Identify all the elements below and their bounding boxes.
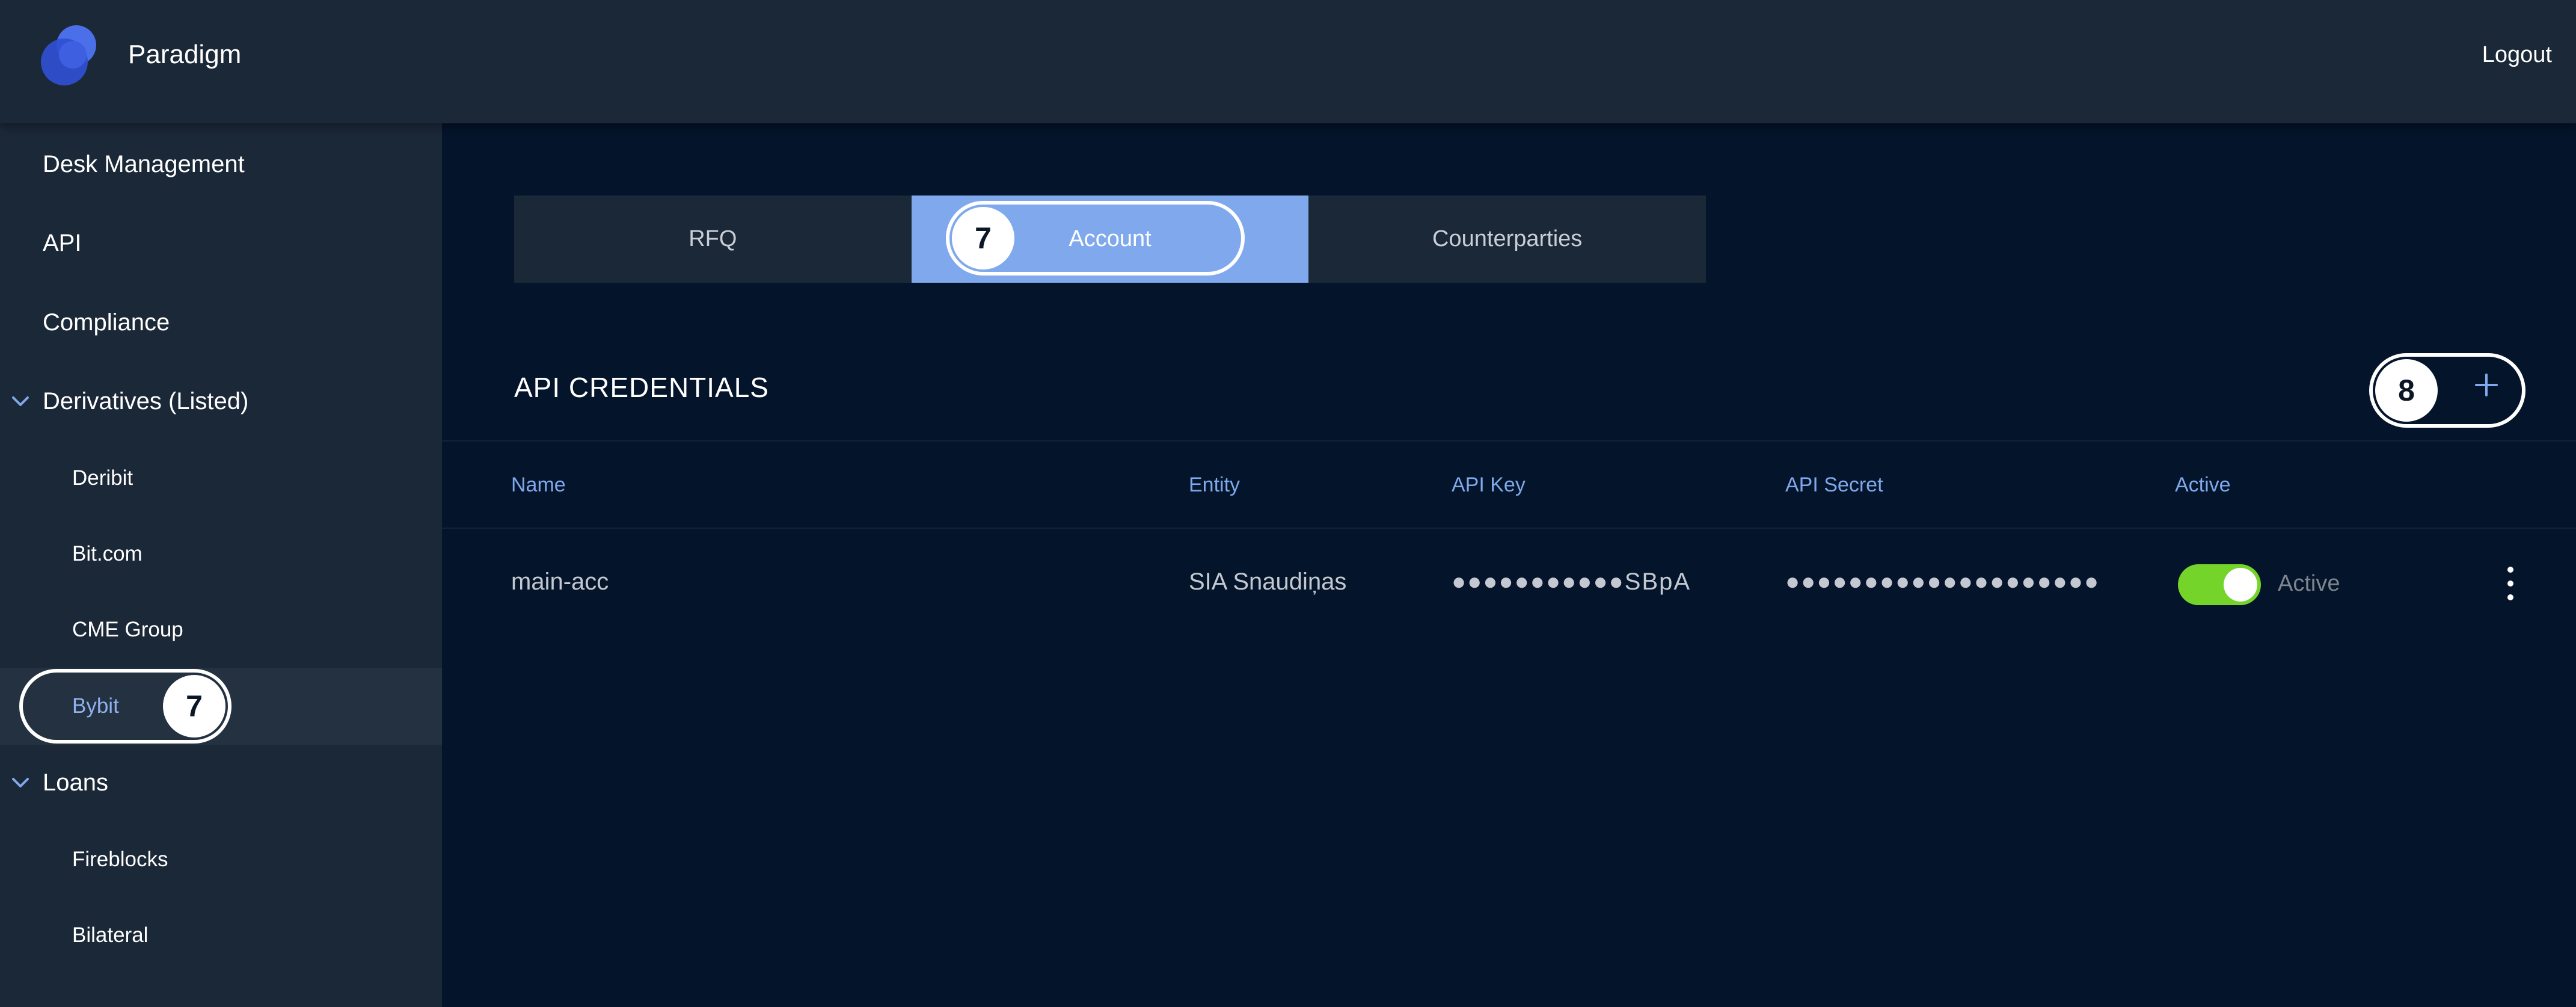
sidebar-item-label: Bilateral — [72, 923, 149, 947]
cell-api-key: ●●●●●●●●●●●SBpA — [1452, 568, 1691, 595]
callout-account-tab: 7 — [946, 201, 1245, 276]
sidebar-item-cme-group[interactable]: CME Group — [0, 591, 442, 668]
divider — [442, 440, 2576, 442]
sidebar-item-loans[interactable]: Loans — [0, 744, 442, 821]
top-bar: Paradigm Logout — [0, 0, 2576, 123]
sidebar-item-label: Fireblocks — [72, 848, 168, 871]
callout-number: 8 — [2375, 359, 2438, 422]
main-content: RFQ Account Counterparties API CREDENTIA… — [442, 123, 2576, 1007]
sidebar-item-derivatives-listed[interactable]: Derivatives (Listed) — [0, 363, 442, 440]
logout-button[interactable]: Logout — [2482, 42, 2552, 68]
sidebar-item-label: Deribit — [72, 466, 133, 490]
chevron-down-icon — [12, 778, 29, 787]
sidebar-item-label: Compliance — [43, 309, 170, 336]
callout-bybit: 7 — [19, 669, 232, 744]
column-header-name: Name — [511, 473, 566, 496]
callout-number: 7 — [163, 675, 225, 738]
sidebar-item-desk-management[interactable]: Desk Management — [0, 126, 442, 203]
tab-rfq[interactable]: RFQ — [514, 196, 912, 283]
sidebar-item-label: Bit.com — [72, 542, 143, 565]
column-header-active: Active — [2175, 473, 2231, 496]
sidebar-item-label: CME Group — [72, 618, 183, 641]
column-header-api-key: API Key — [1452, 473, 1526, 496]
section-title: API CREDENTIALS — [514, 372, 769, 403]
active-toggle[interactable] — [2178, 564, 2261, 605]
sidebar-item-compliance[interactable]: Compliance — [0, 284, 442, 361]
toggle-knob — [2224, 568, 2257, 602]
tab-counterparties[interactable]: Counterparties — [1308, 196, 1707, 283]
active-status-label: Active — [2278, 571, 2340, 596]
chevron-down-icon — [12, 396, 29, 406]
sidebar-item-deribit[interactable]: Deribit — [0, 440, 442, 517]
sidebar-item-api[interactable]: API — [0, 205, 442, 282]
sidebar: Desk Management API Compliance Derivativ… — [0, 123, 442, 1007]
callout-number: 7 — [952, 207, 1014, 269]
column-header-api-secret: API Secret — [1785, 473, 1883, 496]
cell-name: main-acc — [511, 568, 609, 595]
more-options-icon[interactable] — [2498, 562, 2522, 605]
sidebar-item-label: Derivatives (Listed) — [43, 387, 249, 414]
sidebar-item-fireblocks[interactable]: Fireblocks — [0, 821, 442, 898]
sidebar-item-bit-com[interactable]: Bit.com — [0, 516, 442, 593]
divider — [442, 528, 2576, 529]
sidebar-item-label: Loans — [43, 769, 108, 796]
column-header-entity: Entity — [1189, 473, 1240, 496]
cell-api-secret: ●●●●●●●●●●●●●●●●●●●● — [1785, 568, 2100, 595]
app-title: Paradigm — [128, 40, 242, 69]
sidebar-item-bilateral[interactable]: Bilateral — [0, 897, 442, 974]
sidebar-item-label: API — [43, 229, 82, 256]
cell-entity: SIA Snaudiņas — [1189, 568, 1347, 595]
paradigm-logo-icon — [41, 25, 101, 85]
callout-add-button: 8 — [2369, 353, 2525, 428]
sidebar-item-label: Desk Management — [43, 150, 245, 177]
